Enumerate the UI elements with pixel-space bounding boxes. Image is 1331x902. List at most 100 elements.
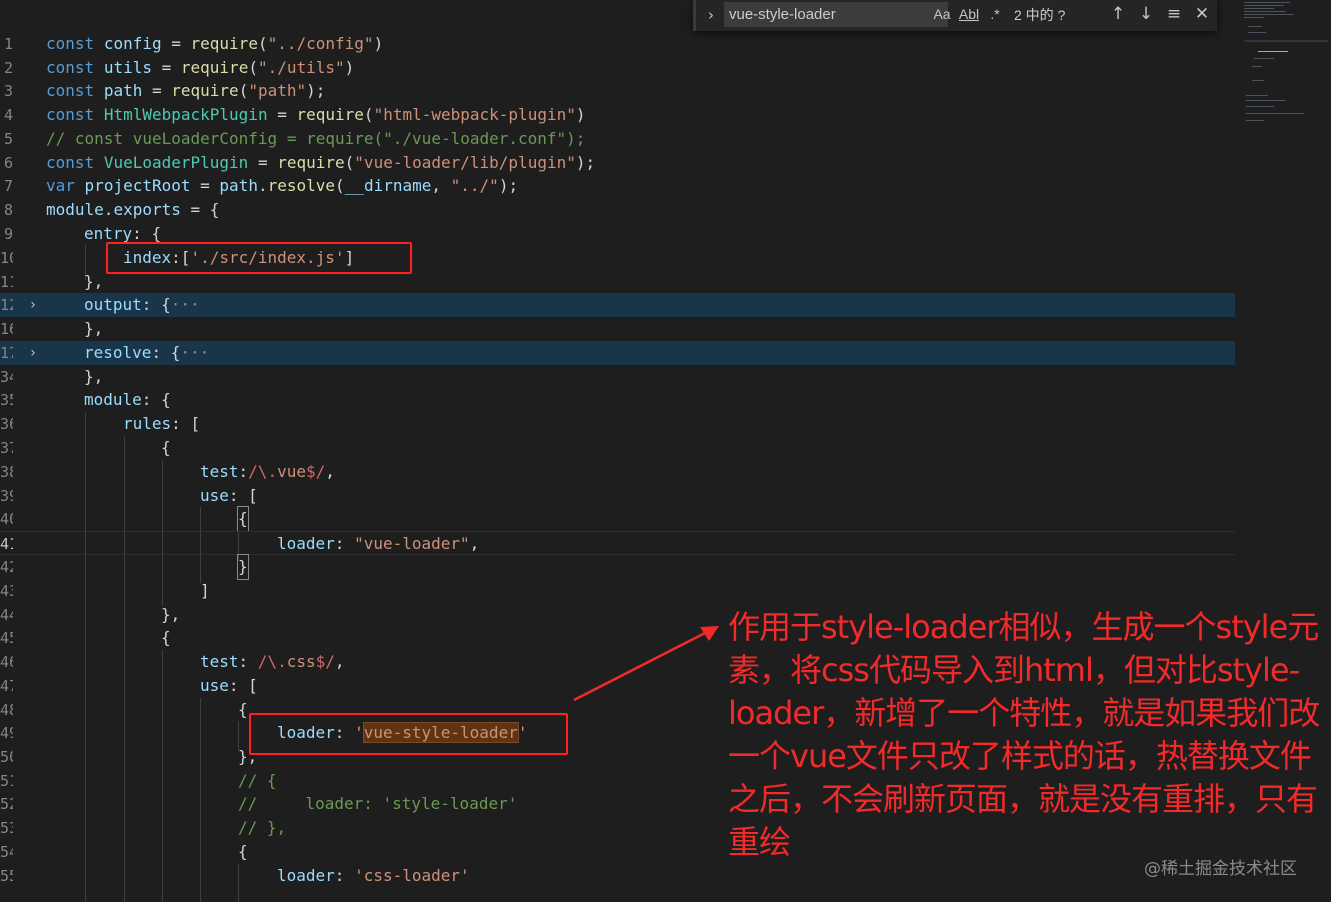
minimap-line	[1248, 32, 1266, 33]
code-token: },	[84, 319, 104, 338]
line-number: 5	[3, 130, 13, 148]
code-token: resolve	[267, 176, 336, 195]
code-token: (	[238, 81, 249, 100]
code-line[interactable]: 6 const VueLoaderPlugin = require("vue-l…	[0, 151, 1240, 175]
code-line[interactable]: 2 const utils = require("./utils")	[0, 56, 1240, 80]
code-token: )	[344, 58, 355, 77]
close-icon[interactable]: ✕	[1191, 3, 1213, 25]
code-token: test	[200, 462, 239, 481]
code-line[interactable]: 36 rules: [	[0, 412, 1240, 436]
line-number: 44	[0, 606, 13, 624]
code-line[interactable]: 16 },	[0, 317, 1240, 341]
code-token: VueLoaderPlugin	[103, 153, 249, 172]
line-number: 12	[0, 296, 13, 314]
code-token: (	[335, 176, 345, 195]
find-in-selection-icon[interactable]: ≡	[1163, 3, 1185, 25]
arrow-up-icon[interactable]: ↑	[1107, 3, 1129, 25]
line-number: 55	[0, 867, 13, 885]
code-line-current[interactable]: 41 loader: "vue-loader",	[0, 531, 1235, 555]
minimap-line	[1246, 100, 1286, 101]
code-token: module	[46, 200, 104, 219]
minimap-line	[1244, 8, 1274, 9]
code-line-folded[interactable]: 17 › resolve: {···	[0, 341, 1235, 365]
code-token: "html-webpack-plugin"	[373, 105, 576, 124]
code-line[interactable]: 4 const HtmlWebpackPlugin = require("htm…	[0, 103, 1240, 127]
minimap-line	[1246, 95, 1268, 96]
code-line[interactable]: 37 {	[0, 436, 1240, 460]
code-token: {	[238, 700, 248, 719]
chevron-right-icon[interactable]: ›	[25, 296, 41, 314]
code-token: );	[575, 153, 596, 172]
chevron-right-icon[interactable]: ›	[25, 344, 41, 362]
line-number: 37	[0, 439, 13, 457]
regex-button[interactable]: .*	[986, 4, 1004, 24]
code-token: );	[306, 81, 326, 100]
code-token: : {	[141, 390, 171, 409]
code-line[interactable]: 5 // const vueLoaderConfig = require("./…	[0, 127, 1240, 151]
code-token: =	[151, 58, 181, 77]
code-line[interactable]: 1 const config = require("../config")	[0, 32, 1240, 56]
find-input[interactable]: vue-style-loader	[724, 2, 948, 27]
code-line[interactable]: 34 },	[0, 365, 1240, 389]
minimap-line	[1244, 17, 1264, 18]
line-number: 49	[0, 724, 13, 742]
minimap-line	[1252, 80, 1264, 81]
code-token: require	[190, 34, 258, 53]
minimap-line	[1246, 120, 1264, 121]
code-token: },	[84, 367, 104, 386]
code-token: module	[84, 390, 142, 409]
minimap-line	[1252, 66, 1262, 67]
code-line[interactable]: 7 var projectRoot = path.resolve(__dirna…	[0, 174, 1240, 198]
code-comment: // },	[238, 818, 287, 837]
code-line[interactable]: 55 loader: 'css-loader'	[0, 864, 1240, 888]
code-token: {	[161, 438, 171, 457]
line-number: 9	[3, 225, 13, 243]
code-token: : [	[228, 676, 258, 695]
code-token: =	[248, 153, 278, 172]
code-line-folded[interactable]: 12 › output: {···	[0, 293, 1235, 317]
code-token: : [	[171, 414, 201, 433]
line-number: 51	[0, 772, 13, 790]
line-number: 42	[0, 558, 13, 576]
code-token: const	[46, 81, 95, 100]
code-token: ,	[334, 652, 345, 671]
code-token: loader	[277, 534, 335, 553]
code-token: entry	[84, 224, 133, 243]
code-token: exports	[113, 200, 181, 219]
line-number: 41	[0, 535, 13, 553]
code-token: /\.	[248, 462, 278, 481]
code-line[interactable]: 3 const path = require("path");	[0, 79, 1240, 103]
code-line[interactable]: 35 module: {	[0, 388, 1240, 412]
code-token: (	[248, 58, 258, 77]
code-token: var	[46, 176, 75, 195]
whole-word-button[interactable]: Abl	[958, 4, 980, 24]
code-token: =	[190, 176, 220, 195]
minimap-line	[1244, 2, 1290, 3]
code-line[interactable]: 43 ]	[0, 579, 1240, 603]
find-widget: › vue-style-loader Aa Abl .* 2 中的 ? ↑ ↓ …	[693, 0, 1217, 31]
code-line[interactable]: 39 use: [	[0, 484, 1240, 508]
chevron-right-icon[interactable]: ›	[702, 4, 720, 26]
match-case-button[interactable]: Aa	[932, 4, 952, 24]
code-line[interactable]: 42 }	[0, 554, 1240, 580]
code-token: const	[46, 58, 95, 77]
code-token: :	[334, 866, 355, 885]
minimap-viewport	[1244, 40, 1328, 42]
code-token: require	[180, 58, 249, 77]
code-token: "vue-loader"	[354, 534, 470, 553]
code-line[interactable]: 38 test:/\.vue$/,	[0, 460, 1240, 484]
highlight-box-loader	[249, 713, 568, 755]
folded-ellipsis[interactable]: ···	[171, 295, 200, 314]
code-line[interactable]: 40 {	[0, 506, 1240, 532]
code-line[interactable]: 8 module.exports = {	[0, 198, 1240, 222]
folded-ellipsis[interactable]: ···	[180, 343, 209, 362]
arrow-down-icon[interactable]: ↓	[1135, 3, 1157, 25]
code-token: (	[363, 105, 374, 124]
code-token: vue	[277, 462, 306, 481]
code-token: {	[238, 842, 248, 861]
code-token: {	[161, 628, 171, 647]
code-token: =	[161, 34, 191, 53]
annotation-note: 作用于style-loader相似，生成一个style元素，将css代码导入到h…	[728, 608, 1320, 861]
line-number: 2	[3, 59, 13, 77]
minimap[interactable]	[1240, 0, 1331, 140]
